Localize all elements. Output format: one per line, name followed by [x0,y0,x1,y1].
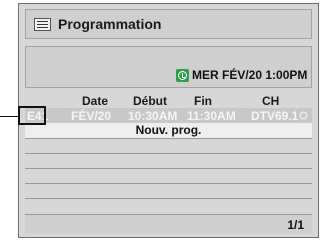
column-header-date: Date [82,94,109,108]
column-header-start: Début [133,94,167,108]
new-program-item[interactable]: Nouv. prog. [25,123,312,138]
page-indicator: 1/1 [287,218,304,232]
entry-channel: DTV69.1 [251,109,299,123]
program-entry-row[interactable]: E41 FÉV/20 10:30AM 11:30AM DTV69.1 [25,108,312,123]
timer-programming-panel: Programmation MER FÉV/20 1:00PM Date Déb… [18,3,319,238]
column-header-channel: CH [262,94,280,108]
current-datetime: MER FÉV/20 1:00PM [192,68,308,82]
info-bar: MER FÉV/20 1:00PM [25,46,312,88]
empty-row [25,168,312,183]
callout-line [0,116,18,117]
footer-bar: 1/1 [25,214,312,234]
list-icon [34,18,51,31]
page-title: Programmation [58,16,162,32]
clock-icon [176,69,189,82]
entry-start-time: 10:30AM [128,109,178,123]
table-header: Date Début Fin CH [25,93,312,108]
empty-row [25,138,312,153]
disc-icon [298,110,309,121]
program-table: Date Début Fin CH E41 FÉV/20 10:30AM 11:… [25,93,312,213]
column-header-end: Fin [194,94,212,108]
empty-row [25,198,312,213]
entry-end-time: 11:30AM [187,109,236,123]
callout-highlight-box [18,106,46,125]
empty-row [25,183,312,198]
title-bar: Programmation [25,9,312,39]
empty-row [25,153,312,168]
entry-date: FÉV/20 [71,109,112,123]
